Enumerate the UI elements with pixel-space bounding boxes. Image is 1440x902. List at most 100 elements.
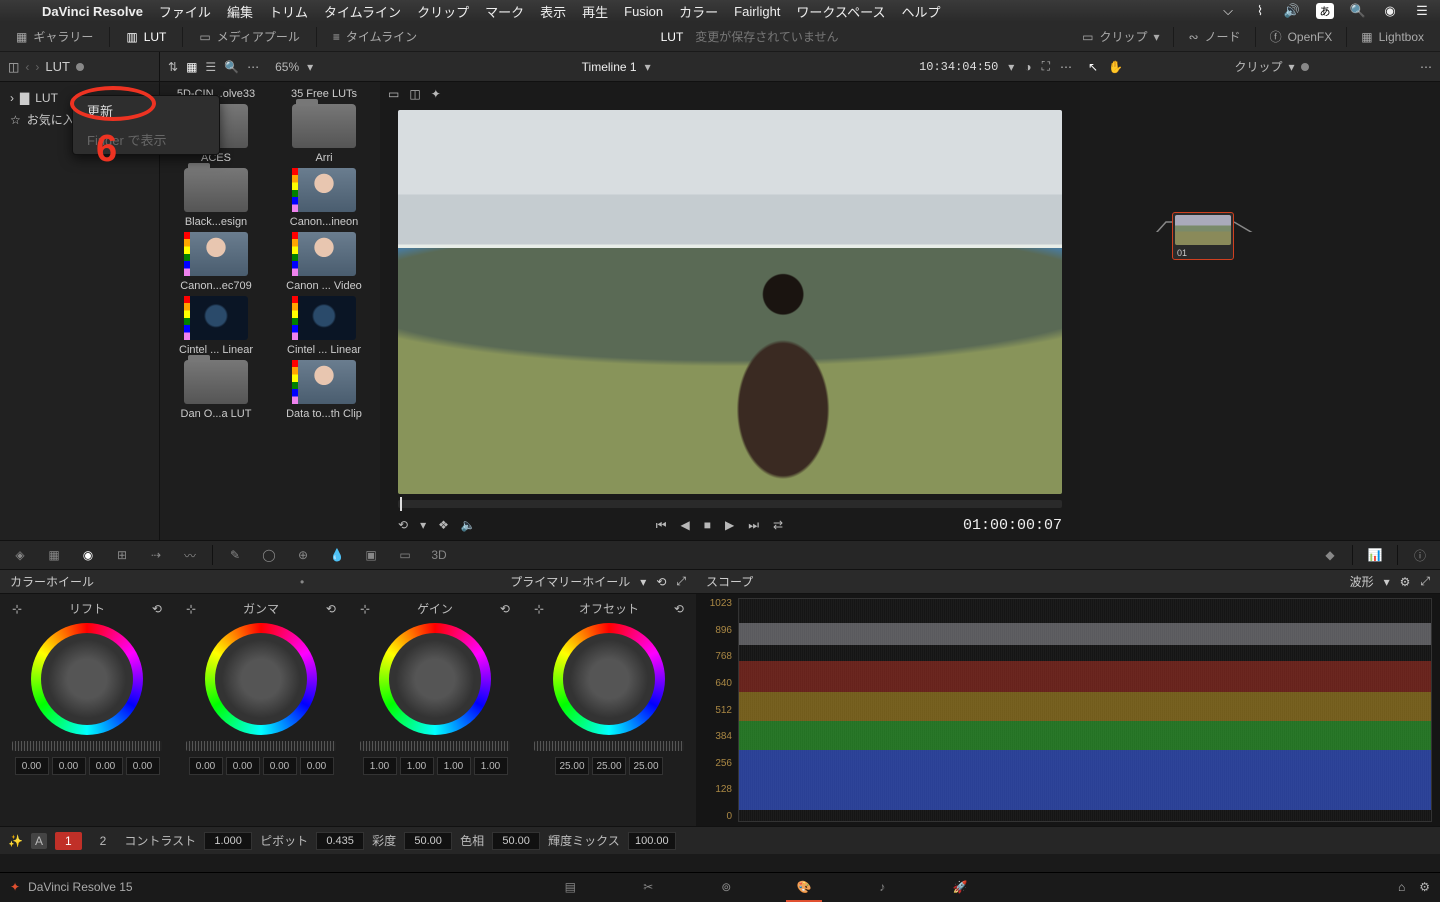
- notification-icon[interactable]: ☰: [1414, 3, 1430, 19]
- grid-view-icon[interactable]: ▦: [186, 60, 197, 74]
- gallery-button[interactable]: ▦ギャラリー: [8, 25, 101, 48]
- wheel-value[interactable]: 1.00: [474, 757, 508, 775]
- wheel-value[interactable]: 0.00: [126, 757, 160, 775]
- scope-mode[interactable]: 波形: [1350, 573, 1374, 590]
- lut-item[interactable]: Canon...ineon: [274, 168, 374, 228]
- magic-icon[interactable]: ✨: [8, 834, 23, 848]
- settings-icon[interactable]: ⚙: [1419, 880, 1430, 894]
- node-editor[interactable]: 01: [1080, 82, 1440, 540]
- wheel-value[interactable]: 0.00: [300, 757, 334, 775]
- tracker-icon[interactable]: ⊕: [291, 543, 315, 567]
- viewer-video[interactable]: [398, 110, 1062, 494]
- menu-file[interactable]: ファイル: [159, 2, 211, 21]
- lummix-input[interactable]: [628, 832, 676, 850]
- more-icon[interactable]: ⋯: [1060, 60, 1072, 74]
- overlay-icon[interactable]: ▭: [388, 87, 399, 101]
- color-wheel[interactable]: [553, 623, 665, 735]
- reset-icon[interactable]: ⟲: [500, 602, 510, 616]
- chevron-down-icon[interactable]: ▾: [1384, 575, 1390, 589]
- master-slider[interactable]: [534, 741, 683, 751]
- wheel-value[interactable]: 0.00: [52, 757, 86, 775]
- page-2[interactable]: 2: [90, 832, 117, 850]
- expand-icon[interactable]: ⤢: [1420, 574, 1430, 589]
- page-media-icon[interactable]: ▤: [556, 877, 584, 897]
- search-icon[interactable]: 🔍: [224, 60, 239, 74]
- wheels-icon[interactable]: ◉: [76, 543, 100, 567]
- layers-icon[interactable]: ❖: [438, 518, 449, 532]
- master-slider[interactable]: [12, 741, 161, 751]
- reset-icon[interactable]: ⟲: [674, 602, 684, 616]
- page-fusion-icon[interactable]: ⊚: [712, 877, 740, 897]
- qualifier-icon[interactable]: ✎: [223, 543, 247, 567]
- wheels-mode[interactable]: プライマリーホイール: [510, 573, 630, 590]
- menu-color[interactable]: カラー: [679, 2, 718, 21]
- transport-timecode[interactable]: 01:00:00:07: [963, 517, 1062, 534]
- list-view-icon[interactable]: ☰: [205, 60, 216, 74]
- bypass-icon[interactable]: ◑: [1024, 60, 1031, 74]
- lut-item[interactable]: Cintel ... Linear: [166, 296, 266, 356]
- chevron-down-icon[interactable]: ▾: [1008, 60, 1014, 74]
- lut-item[interactable]: Canon...ec709: [166, 232, 266, 292]
- next-clip-icon[interactable]: ⏭: [748, 518, 759, 533]
- contrast-input[interactable]: [204, 832, 252, 850]
- menu-clip[interactable]: クリップ: [417, 2, 469, 21]
- zoom-level[interactable]: 65%: [275, 60, 299, 74]
- panel-toggle-icon[interactable]: ◫: [8, 60, 19, 74]
- lut-item[interactable]: Canon ... Video: [274, 232, 374, 292]
- play-icon[interactable]: ▶: [725, 518, 734, 533]
- scope-icon[interactable]: 📊: [1363, 543, 1387, 567]
- node-button[interactable]: ∾ノード: [1180, 25, 1248, 48]
- menu-mark[interactable]: マーク: [485, 2, 524, 21]
- wheel-value[interactable]: 25.00: [592, 757, 626, 775]
- color-match-icon[interactable]: ▦: [42, 543, 66, 567]
- siri-icon[interactable]: ◉: [1382, 3, 1398, 19]
- timeline-button[interactable]: ≡タイムライン: [325, 25, 425, 48]
- color-wheel[interactable]: [205, 623, 317, 735]
- menu-fairlight[interactable]: Fairlight: [734, 4, 780, 19]
- wifi-icon[interactable]: ⌇: [1252, 3, 1268, 19]
- loop-toggle-icon[interactable]: ⇄: [773, 518, 783, 533]
- menu-refresh[interactable]: 更新: [73, 96, 219, 125]
- prev-clip-icon[interactable]: ⏮: [656, 518, 667, 533]
- menu-play[interactable]: 再生: [582, 2, 608, 21]
- split-icon[interactable]: ◫: [409, 87, 420, 101]
- reset-icon[interactable]: ⟲: [152, 602, 162, 616]
- picker-icon[interactable]: ⊹: [534, 602, 544, 616]
- scope-settings-icon[interactable]: ⚙: [1400, 575, 1411, 589]
- picker-icon[interactable]: ⊹: [360, 602, 370, 616]
- lightbox-button[interactable]: ▦Lightbox: [1353, 27, 1432, 47]
- scrub-bar[interactable]: [398, 500, 1062, 508]
- pointer-icon[interactable]: ↖: [1088, 60, 1098, 74]
- reset-icon[interactable]: ⟲: [656, 575, 666, 589]
- menu-timeline[interactable]: タイムライン: [324, 2, 401, 21]
- auto-icon[interactable]: A: [31, 833, 47, 849]
- step-back-icon[interactable]: ◀: [681, 518, 690, 533]
- spotlight-icon[interactable]: 🔍: [1350, 3, 1366, 19]
- 3d-icon[interactable]: 3D: [427, 543, 451, 567]
- page-edit-icon[interactable]: ✂: [634, 877, 662, 897]
- master-slider[interactable]: [186, 741, 335, 751]
- stop-icon[interactable]: ■: [704, 518, 711, 533]
- openfx-button[interactable]: ⓕOpenFX: [1262, 25, 1341, 48]
- pivot-input[interactable]: [316, 832, 364, 850]
- wheel-value[interactable]: 1.00: [437, 757, 471, 775]
- loop-icon[interactable]: ⟲: [398, 518, 408, 532]
- page-fairlight-icon[interactable]: ♪: [868, 877, 896, 897]
- key-icon[interactable]: ▣: [359, 543, 383, 567]
- app-name[interactable]: DaVinci Resolve: [42, 4, 143, 19]
- wheel-value[interactable]: 25.00: [629, 757, 663, 775]
- window-icon[interactable]: ◯: [257, 543, 281, 567]
- wheel-value[interactable]: 0.00: [226, 757, 260, 775]
- wheel-value[interactable]: 25.00: [555, 757, 589, 775]
- menu-show-finder[interactable]: Finder で表示: [73, 125, 219, 154]
- sizing-icon[interactable]: ▭: [393, 543, 417, 567]
- more-icon[interactable]: ⋯: [1420, 60, 1432, 74]
- lut-item[interactable]: Black...esign: [166, 168, 266, 228]
- nav-fwd-icon[interactable]: ›: [35, 60, 39, 74]
- volume-icon[interactable]: 🔊: [1284, 3, 1300, 19]
- sat-input[interactable]: [404, 832, 452, 850]
- audio-icon[interactable]: 🔈: [461, 518, 476, 532]
- lut-button[interactable]: ▥LUT: [118, 27, 174, 47]
- highlight-icon[interactable]: ✦: [431, 87, 441, 101]
- camera-raw-icon[interactable]: ◈: [8, 543, 32, 567]
